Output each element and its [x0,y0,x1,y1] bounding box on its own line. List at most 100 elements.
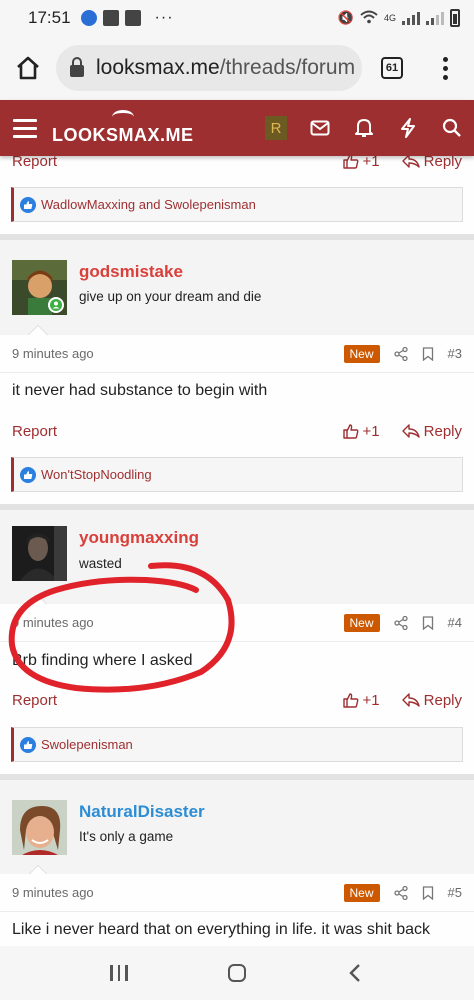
post-message: it never had substance to begin with [12,382,268,399]
post-actions: Report +1 Reply [0,683,474,717]
post-user-block: youngmaxxing wasted [0,510,474,618]
user-title: wasted [79,556,122,571]
dice-notification-icon-2 [124,10,141,26]
post-time[interactable]: 9 minutes ago [12,885,94,900]
status-bar: 17:51 ··· 🔇 4G [0,0,474,36]
user-avatar-youngmaxxing[interactable] [12,526,67,581]
reactions-text: WadlowMaxxing and Swolepenisman [41,197,256,212]
whats-new-button[interactable] [386,100,430,156]
post-user-block: godsmistake give up on your dream and di… [0,240,474,348]
user-title: It's only a game [79,829,174,844]
search-button[interactable] [430,100,474,156]
like-button[interactable]: +1 [342,691,380,709]
lock-icon [70,56,84,77]
bookmark-icon [422,346,433,361]
report-link[interactable]: Report [12,692,57,709]
user-avatar: R [265,116,287,140]
share-icon [393,615,408,630]
share-button[interactable] [393,885,408,900]
post-message: Brb finding where I asked [12,652,193,669]
post-user-block: NaturalDisaster It's only a game [0,780,474,888]
reactions-text: Won'tStopNoodling [41,467,152,482]
thumbs-up-icon [342,693,358,708]
user-account-button[interactable]: R [254,100,298,156]
post-time[interactable]: 9 minutes ago [12,346,94,361]
bell-icon [355,119,373,137]
menu-icon [13,118,37,122]
recent-apps-icon [110,965,128,981]
post-meta: 9 minutes ago New #5 [0,874,474,912]
user-avatar-godsmistake[interactable] [12,260,67,315]
like-reaction-icon [20,466,36,483]
post-meta: 9 minutes ago New #3 [0,335,474,373]
mute-icon: 🔇 [337,10,354,25]
post-actions: Report +1 Reply [0,414,474,448]
status-time: 17:51 [28,8,71,27]
thumbs-up-icon [342,156,358,169]
thumbs-up-icon [342,424,358,439]
reactions-bar[interactable]: Won'tStopNoodling [11,457,463,492]
reactions-bar[interactable]: Swolepenisman [11,727,463,762]
signal-icon-2 [426,11,444,25]
browser-menu-button[interactable] [422,40,468,96]
share-button[interactable] [393,346,408,361]
like-count: +1 [362,156,380,170]
site-logo[interactable]: LOOKSMAX.ME [52,110,194,146]
user-avatar-naturaldisaster[interactable] [12,800,67,855]
username[interactable]: youngmaxxing [79,528,199,548]
new-badge: New [343,344,380,363]
bookmark-button[interactable] [422,615,434,630]
like-button[interactable]: +1 [342,156,380,170]
like-count: +1 [362,422,380,440]
post-number[interactable]: #5 [448,885,462,900]
hamburger-menu-button[interactable] [0,100,50,156]
alerts-button[interactable] [342,100,386,156]
dice-notification-icon [102,10,119,26]
post-number[interactable]: #4 [448,615,462,630]
site-logo-text: LOOKSMAX.ME [52,125,194,145]
reply-label: Reply [423,422,462,440]
recent-apps-button[interactable] [94,951,144,995]
bookmark-button[interactable] [422,885,434,900]
reply-button[interactable]: Reply [401,422,462,440]
reactions-bar[interactable]: WadlowMaxxing and Swolepenisman [11,187,463,222]
address-bar[interactable]: looksmax.me/threads/forum [56,45,362,91]
reactions-text: Swolepenisman [41,737,133,752]
tab-switcher-button[interactable]: 61 [362,40,422,96]
inbox-button[interactable] [298,100,342,156]
post-time[interactable]: 9 minutes ago [12,615,94,630]
tab-count: 61 [381,57,403,79]
like-reaction-icon [20,196,36,213]
bolt-icon [401,118,415,138]
search-icon [442,118,461,137]
home-nav-button[interactable] [212,951,262,995]
reply-icon [401,693,420,707]
envelope-icon [310,120,330,136]
reply-button[interactable]: Reply [401,156,462,170]
like-button[interactable]: +1 [342,422,380,440]
report-link[interactable]: Report [12,423,57,440]
browser-toolbar: looksmax.me/threads/forum 61 [0,36,474,100]
like-count: +1 [362,691,380,709]
post-meta: 9 minutes ago New #4 [0,604,474,642]
username[interactable]: NaturalDisaster [79,802,205,822]
new-badge: New [343,883,380,902]
like-reaction-icon [20,736,36,753]
system-nav-bar [0,946,474,1000]
browser-home-button[interactable] [0,40,56,96]
logo-hair-icon [111,110,134,124]
post-actions: Report +1 Reply [0,156,474,178]
home-icon [17,56,39,80]
bookmark-button[interactable] [422,346,434,361]
site-header: LOOKSMAX.ME R [0,100,474,156]
post-number[interactable]: #3 [448,346,462,361]
username[interactable]: godsmistake [79,262,183,282]
reply-icon [401,424,420,438]
home-nav-icon [228,964,246,982]
reply-button[interactable]: Reply [401,692,462,709]
share-button[interactable] [393,615,408,630]
back-button[interactable] [330,951,380,995]
report-link[interactable]: Report [12,156,57,170]
network-type-label: 4G [383,13,396,23]
thread-content: Report +1 Reply WadlowMaxxing and Swolep… [0,156,474,946]
